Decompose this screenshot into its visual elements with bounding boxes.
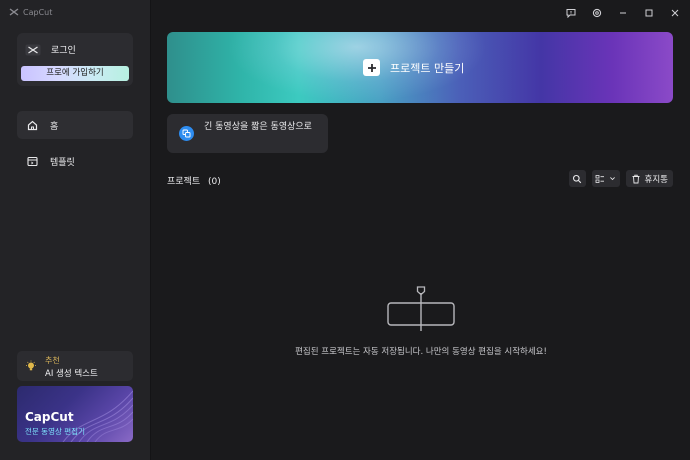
ai-text-card[interactable]: 추천 AI 생성 텍스트 xyxy=(17,351,133,381)
app-brand: CapCut xyxy=(9,7,52,17)
create-project-label: 프로젝트 만들기 xyxy=(390,61,465,75)
capcut-logo-icon xyxy=(25,44,41,55)
sidebar-item-home[interactable]: 홈 xyxy=(17,111,133,139)
trash-button[interactable]: 휴지통 xyxy=(625,170,673,187)
window-controls xyxy=(562,5,684,21)
project-toolbar: 휴지통 xyxy=(568,170,673,187)
close-icon xyxy=(671,9,679,17)
plus-icon xyxy=(363,59,380,76)
ai-card-title: AI 생성 텍스트 xyxy=(45,369,98,379)
minimize-button[interactable] xyxy=(614,5,632,21)
projects-count: (0) xyxy=(208,177,221,187)
gear-icon xyxy=(592,8,602,18)
pro-signup-button[interactable]: 프로에 가입하기 xyxy=(21,66,129,81)
chevron-down-icon xyxy=(610,177,615,181)
template-icon xyxy=(27,156,38,166)
search-button[interactable] xyxy=(568,170,586,187)
promo-subtitle: 전문 동영상 편집기 xyxy=(25,427,85,436)
sidebar-item-label: 템플릿 xyxy=(50,157,75,168)
create-project-content: 프로젝트 만들기 xyxy=(363,59,464,76)
feedback-button[interactable] xyxy=(562,5,580,21)
home-icon xyxy=(27,120,38,130)
settings-button[interactable] xyxy=(588,5,606,21)
close-button[interactable] xyxy=(666,5,684,21)
list-view-icon xyxy=(595,174,605,183)
video-split-icon xyxy=(179,126,194,141)
view-mode-dropdown[interactable] xyxy=(591,170,620,187)
ai-card-tag: 추천 xyxy=(45,356,60,365)
sidebar-item-templates[interactable]: 템플릿 xyxy=(17,147,133,175)
empty-timeline-icon xyxy=(387,286,455,331)
login-button[interactable]: 로그인 xyxy=(25,43,76,56)
login-card: 로그인 프로에 가입하기 xyxy=(17,33,133,86)
create-project-button[interactable]: 프로젝트 만들기 xyxy=(167,32,673,103)
maximize-button[interactable] xyxy=(640,5,658,21)
maximize-icon xyxy=(645,9,653,17)
long-to-short-label: 긴 동영상을 짧은 동영상으로 xyxy=(204,122,312,132)
search-icon xyxy=(572,174,582,183)
app-brand-label: CapCut xyxy=(23,7,53,17)
login-label: 로그인 xyxy=(51,46,76,56)
feedback-icon xyxy=(566,9,576,18)
sidebar: CapCut 로그인 프로에 가입하기 홈 템플릿 추천 AI 생성 텍스트 C… xyxy=(0,0,151,460)
main-panel: 프로젝트 만들기 긴 동영상을 짧은 동영상으로 프로젝트 (0) 휴지통 편집… xyxy=(152,0,690,460)
empty-projects-message: 편집된 프로젝트는 자동 저장됩니다. 나만의 동영상 편집을 시작하세요! xyxy=(295,347,547,357)
promo-card[interactable]: CapCut 전문 동영상 편집기 xyxy=(17,386,133,442)
projects-header: 프로젝트 (0) xyxy=(167,174,221,187)
minimize-icon xyxy=(620,12,626,14)
trash-icon xyxy=(632,174,640,183)
capcut-logo-icon xyxy=(9,8,19,16)
sidebar-item-label: 홈 xyxy=(50,121,59,132)
lightbulb-icon xyxy=(26,360,36,371)
long-to-short-card[interactable]: 긴 동영상을 짧은 동영상으로 xyxy=(167,114,328,153)
trash-label: 휴지통 xyxy=(644,174,668,185)
projects-title: 프로젝트 xyxy=(167,177,201,187)
promo-title: CapCut xyxy=(25,410,74,424)
